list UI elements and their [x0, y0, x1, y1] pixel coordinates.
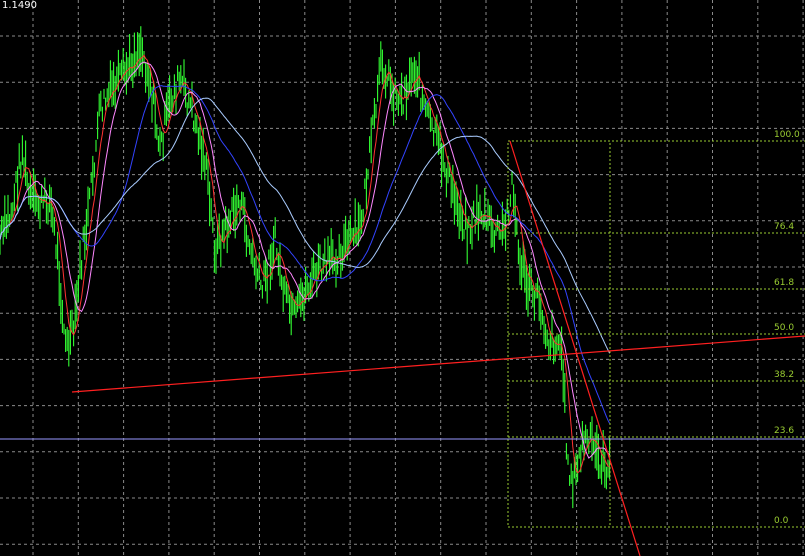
fib-level-label: 100.0 — [774, 130, 800, 140]
fib-level-label: 0.0 — [774, 516, 789, 526]
fib-level-label: 38.2 — [774, 370, 794, 380]
price-chart: 100.0 76.4 61.8 50.0 38.2 23.6 0.0 — [0, 0, 805, 556]
drawn-lines — [0, 140, 805, 556]
fib-level-label: 23.6 — [774, 426, 794, 436]
neckline-trendline — [71, 335, 805, 393]
fib-level-label: 61.8 — [774, 278, 794, 288]
chart-grid — [0, 0, 805, 556]
fib-range-box — [507, 140, 611, 528]
ma-slowest-line — [0, 97, 611, 354]
fib-level-label: 50.0 — [774, 323, 794, 333]
fib-level-label: 76.4 — [774, 222, 794, 232]
price-scale-label: 1.1490 — [2, 0, 37, 11]
downtrend-line — [509, 140, 641, 556]
